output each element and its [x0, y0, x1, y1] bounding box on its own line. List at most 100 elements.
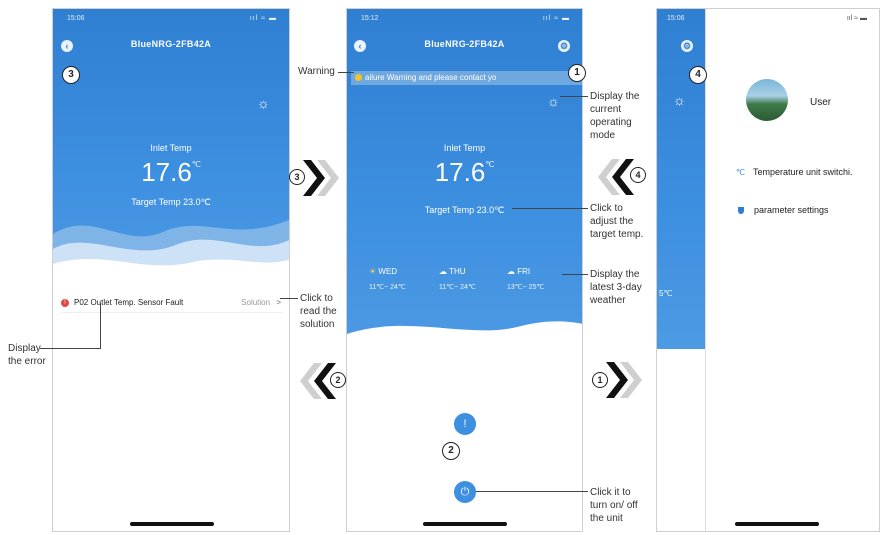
power-button[interactable]: ⏻: [454, 481, 476, 503]
phone-screen-error: 15:06 ııl ≈ ▬ ‹ BlueNRG-2FB42A ☼ Inlet T…: [52, 8, 290, 532]
sun-mode-icon: ☼: [673, 92, 686, 108]
leader-line: [512, 208, 588, 209]
inlet-temp-value: 17.6℃: [347, 157, 582, 188]
menu-item-temperature-unit[interactable]: ℃ Temperature unit switchi.: [736, 167, 853, 177]
step-badge-4: 4: [689, 66, 707, 84]
callout-line: Display the: [590, 269, 640, 280]
step-badge-2: 2: [442, 442, 460, 460]
inlet-temp-number: 17.6: [141, 157, 192, 187]
callout-line: Display the: [590, 91, 640, 102]
error-row[interactable]: ! P02 Outlet Temp. Sensor Fault Solution …: [61, 294, 283, 313]
arrow-badge-1: 1: [592, 372, 608, 388]
callout-weather: Display the latest 3-day weather: [590, 268, 642, 307]
nav-arrow-left-4: 4: [594, 157, 646, 197]
callout-line: read the: [300, 306, 337, 317]
status-time: 15:06: [667, 15, 685, 22]
arrow-badge-4: 4: [630, 167, 646, 183]
target-temp[interactable]: Target Temp 23.0℃: [347, 205, 582, 216]
menu-label: parameter settings: [754, 205, 829, 215]
warning-bar[interactable]: ailure Warning and please contact yo: [351, 71, 582, 85]
callout-line: weather: [590, 295, 626, 306]
callout-line: turn on/ off: [590, 500, 638, 511]
side-menu: ııl ≈ ▬ User ℃ Temperature unit switchi. …: [705, 9, 879, 531]
weather-day-fri: ☁ FRI 13℃~ 25℃: [507, 267, 544, 291]
warning-text: ailure Warning and please contact yo: [365, 73, 497, 82]
menu-item-parameter-settings[interactable]: parameter settings: [738, 205, 829, 215]
home-indicator: [130, 522, 214, 526]
weather-range-partial: 5℃: [659, 289, 673, 298]
menu-label: Temperature unit switchi.: [752, 167, 853, 177]
weather-day: WED: [378, 267, 398, 276]
status-bar: 15:06: [667, 15, 707, 25]
status-time: 15:12: [361, 15, 379, 22]
callout-line: Click to: [590, 203, 623, 214]
target-temp-label: Target Temp: [424, 205, 475, 215]
shield-icon: [738, 207, 744, 215]
callout-power: Click it to turn on/ off the unit: [590, 486, 638, 525]
wave-decoration: [347, 321, 582, 349]
solution-link[interactable]: Solution >: [241, 294, 281, 312]
device-title: BlueNRG-2FB42A: [424, 39, 505, 49]
callout-line: the unit: [590, 513, 623, 524]
home-indicator: [735, 522, 819, 526]
callout-line: current: [590, 104, 622, 115]
callout-line: the error: [8, 356, 46, 367]
callout-warning: Warning: [298, 66, 335, 77]
callout-display-error: Display the error: [8, 342, 46, 368]
temp-unit: ℃: [191, 160, 201, 169]
weather-range: 13℃~ 25℃: [507, 284, 545, 291]
settings-button[interactable]: ⚙: [558, 40, 570, 52]
error-text: P02 Outlet Temp. Sensor Fault: [74, 298, 184, 307]
cloud-weather-icon: ☁: [507, 267, 515, 276]
inlet-temp-label: Inlet Temp: [150, 143, 192, 153]
main-panel: 15:12 ııl ≈ ▬ ‹ BlueNRG-2FB42A ⚙ ailure …: [347, 9, 582, 349]
inlet-temp-value: 17.6℃: [53, 157, 289, 188]
callout-line: adjust the: [590, 216, 634, 227]
user-label[interactable]: User: [810, 97, 831, 108]
chevron-right-icon: >: [276, 298, 281, 307]
main-panel-partial: 15:06 ⚙ ☼ 5℃: [657, 9, 707, 349]
callout-line: target temp.: [590, 229, 644, 240]
temp-unit: ℃: [485, 160, 495, 169]
arrow-badge-3: 3: [289, 169, 305, 185]
callout-line: Click it to: [590, 487, 631, 498]
sun-mode-icon[interactable]: ☼: [547, 94, 560, 108]
callout-mode: Display the current operating mode: [590, 90, 639, 142]
celsius-icon: ℃: [736, 168, 745, 177]
weather-day-thu: ☁ THU 11℃~ 24℃: [439, 267, 476, 291]
sun-weather-icon: ☀: [369, 267, 377, 276]
status-bar: 15:06 ııl ≈ ▬: [67, 15, 277, 25]
leader-line: [476, 491, 588, 492]
info-button[interactable]: !: [454, 413, 476, 435]
callout-line: latest 3-day: [590, 282, 642, 293]
device-title: BlueNRG-2FB42A: [130, 39, 212, 49]
weather-range: 11℃~ 24℃: [439, 284, 476, 291]
cloud-weather-icon: ☁: [439, 267, 447, 276]
status-bar: 15:12 ııl ≈ ▬: [361, 15, 570, 25]
wave-decoration: [53, 219, 289, 284]
error-icon: !: [61, 298, 69, 307]
home-indicator: [423, 522, 507, 526]
weather-day-wed: ☀ WED 11℃~ 24℃: [369, 267, 406, 291]
nav-arrow-left-2: 2: [292, 361, 346, 401]
leader-line: [562, 274, 588, 275]
callout-adjust: Click to adjust the target temp.: [590, 202, 643, 241]
settings-button[interactable]: ⚙: [681, 40, 693, 52]
status-icons: ııl ≈ ▬: [249, 15, 277, 22]
inlet-temp-number: 17.6: [434, 157, 486, 187]
phone-screen-menu: 15:06 ⚙ ☼ 5℃ ııl ≈ ▬ User ℃ Temperature u…: [656, 8, 880, 532]
leader-line: [100, 303, 101, 348]
callout-line: mode: [590, 130, 616, 141]
callout-line: operating: [590, 117, 632, 128]
leader-line: [280, 298, 298, 299]
header-panel: 15:06 ııl ≈ ▬ ‹ BlueNRG-2FB42A ☼ Inlet T…: [53, 9, 289, 284]
step-badge-3: 3: [62, 66, 80, 84]
target-temp-value: 23.0℃: [476, 205, 505, 215]
callout-line: solution: [300, 319, 335, 330]
warning-icon: [355, 74, 362, 82]
status-icons: ııl ≈ ▬: [542, 15, 570, 22]
avatar[interactable]: [746, 79, 788, 121]
weather-day: FRI: [517, 267, 531, 276]
sun-mode-icon[interactable]: ☼: [257, 96, 270, 110]
leader-line: [40, 348, 101, 349]
